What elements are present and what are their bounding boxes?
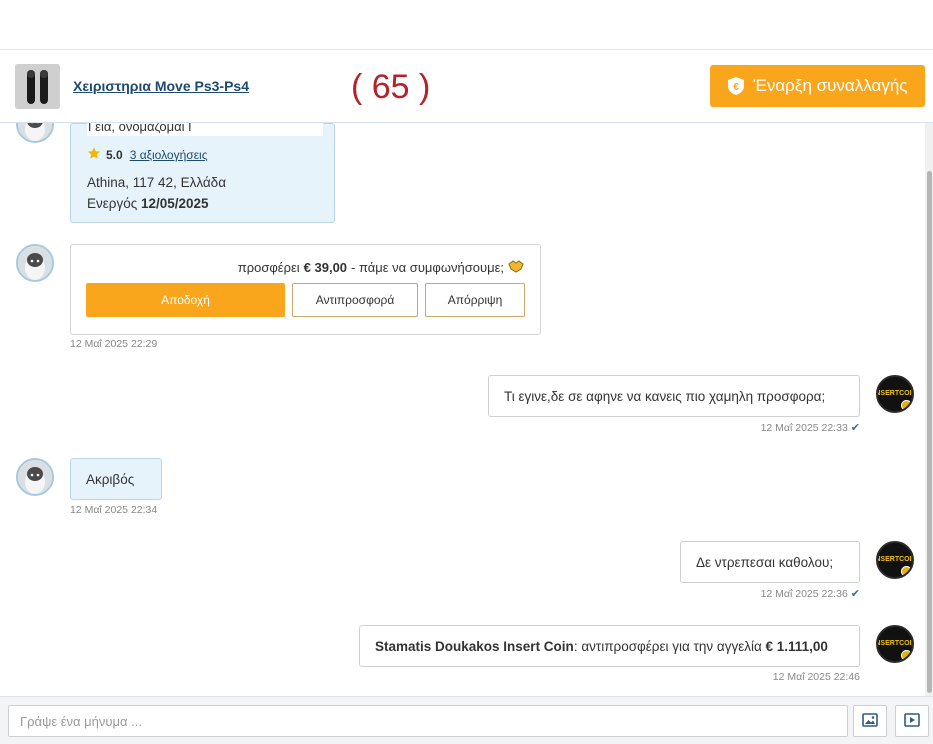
seller-profile-card: Γεια, ονομάζομαι Γ 5.0 3 αξιολογήσεις At… xyxy=(70,123,335,223)
chat-area[interactable]: Γεια, ονομάζομαι Γ 5.0 3 αξιολογήσεις At… xyxy=(0,123,933,696)
message-composer xyxy=(0,696,933,744)
timestamp-text: 12 Μαΐ 2025 22:36 xyxy=(760,587,848,600)
conversation-header: Χειριστηρια Move Ps3-Ps4 ( 65 ) € Έναρξη… xyxy=(0,50,933,123)
video-icon xyxy=(904,712,920,730)
reject-offer-button[interactable]: Απόρριψη xyxy=(425,283,525,317)
active-label: Ενεργός xyxy=(87,196,138,211)
reviews-link[interactable]: 3 αξιολογήσεις xyxy=(130,148,208,162)
message-timestamp: 12 Μαΐ 2025 22:36 ✔ xyxy=(760,587,860,601)
start-transaction-label: Έναρξη συναλλαγής xyxy=(753,76,908,95)
my-avatar[interactable]: INSERTCOIN xyxy=(876,375,914,413)
item-title-link[interactable]: Χειριστηρια Move Ps3-Ps4 xyxy=(73,78,249,94)
message-text: Τι εγινε,δε σε αφηνε να κανεις πιο χαμηλ… xyxy=(504,388,826,404)
seller-location: Athina, 117 42, Ελλάδα xyxy=(87,175,226,190)
offer-text: προσφέρει € 39,00 - πάμε να συμφωνήσουμε… xyxy=(238,259,524,276)
message-input[interactable] xyxy=(8,705,848,737)
outgoing-message: Τι εγινε,δε σε αφηνε να κανεις πιο χαμηλ… xyxy=(488,375,860,417)
profile-greeting: Γεια, ονομάζομαι Γ xyxy=(87,123,323,136)
offer-card: προσφέρει € 39,00 - πάμε να συμφωνήσουμε… xyxy=(70,244,541,335)
counter-offer-message: Stamatis Doukakos Insert Coin: αντιπροσφ… xyxy=(359,625,860,667)
message-timestamp: 12 Μαΐ 2025 22:29 xyxy=(70,338,158,350)
verified-badge-icon xyxy=(901,650,912,661)
accept-offer-button[interactable]: Αποδοχή xyxy=(86,283,285,317)
seller-active-since: Ενεργός 12/05/2025 xyxy=(87,196,209,211)
attach-video-button[interactable] xyxy=(895,705,929,737)
rating-value: 5.0 xyxy=(106,147,123,162)
counter-offer-button[interactable]: Αντιπροσφορά xyxy=(292,283,418,317)
top-bar xyxy=(0,0,933,50)
offer-prefix: προσφέρει xyxy=(237,260,300,275)
active-date: 12/05/2025 xyxy=(140,196,209,211)
message-timestamp: 12 Μαΐ 2025 22:33 ✔ xyxy=(760,421,860,435)
star-icon xyxy=(87,146,101,163)
scrollbar-track[interactable] xyxy=(925,123,933,696)
message-text: : αντιπροσφέρει για την αγγελία xyxy=(573,638,766,654)
handshake-icon xyxy=(508,259,524,276)
check-icon: ✔ xyxy=(850,422,860,434)
message-text: Δε ντρεπεσαι καθολου; xyxy=(696,554,834,570)
seller-avatar[interactable] xyxy=(16,244,54,282)
message-timestamp: 12 Μαΐ 2025 22:34 xyxy=(70,504,158,516)
verified-badge-icon xyxy=(901,566,912,577)
outgoing-message: Δε ντρεπεσαι καθολου; xyxy=(680,541,860,583)
image-icon xyxy=(862,712,878,730)
offer-amount: € 39,00 xyxy=(303,260,348,275)
incoming-message: Ακριβός xyxy=(70,458,162,500)
my-avatar[interactable]: INSERTCOIN xyxy=(876,541,914,579)
euro-shield-icon: € xyxy=(727,77,744,95)
my-avatar[interactable]: INSERTCOIN xyxy=(876,625,914,663)
check-icon: ✔ xyxy=(850,588,860,600)
timestamp-text: 12 Μαΐ 2025 22:33 xyxy=(760,421,848,434)
message-text: Ακριβός xyxy=(86,471,135,487)
counter-label: ( 65 ) xyxy=(351,68,431,106)
counter-offer-amount: € 1.111,00 xyxy=(765,638,828,654)
message-timestamp: 12 Μαΐ 2025 22:46 xyxy=(772,671,860,683)
verified-badge-icon xyxy=(901,400,912,411)
seller-avatar[interactable] xyxy=(16,123,54,143)
rating-row: 5.0 3 αξιολογήσεις xyxy=(87,146,208,163)
scrollbar-thumb[interactable] xyxy=(927,171,932,693)
item-thumbnail[interactable] xyxy=(15,64,60,109)
svg-text:€: € xyxy=(733,82,739,93)
seller-avatar[interactable] xyxy=(16,458,54,496)
offer-suffix: - πάμε να συμφωνήσουμε; xyxy=(351,260,504,275)
attach-image-button[interactable] xyxy=(853,705,887,737)
start-transaction-button[interactable]: € Έναρξη συναλλαγής xyxy=(710,65,925,107)
sender-name: Stamatis Doukakos Insert Coin xyxy=(375,638,574,654)
